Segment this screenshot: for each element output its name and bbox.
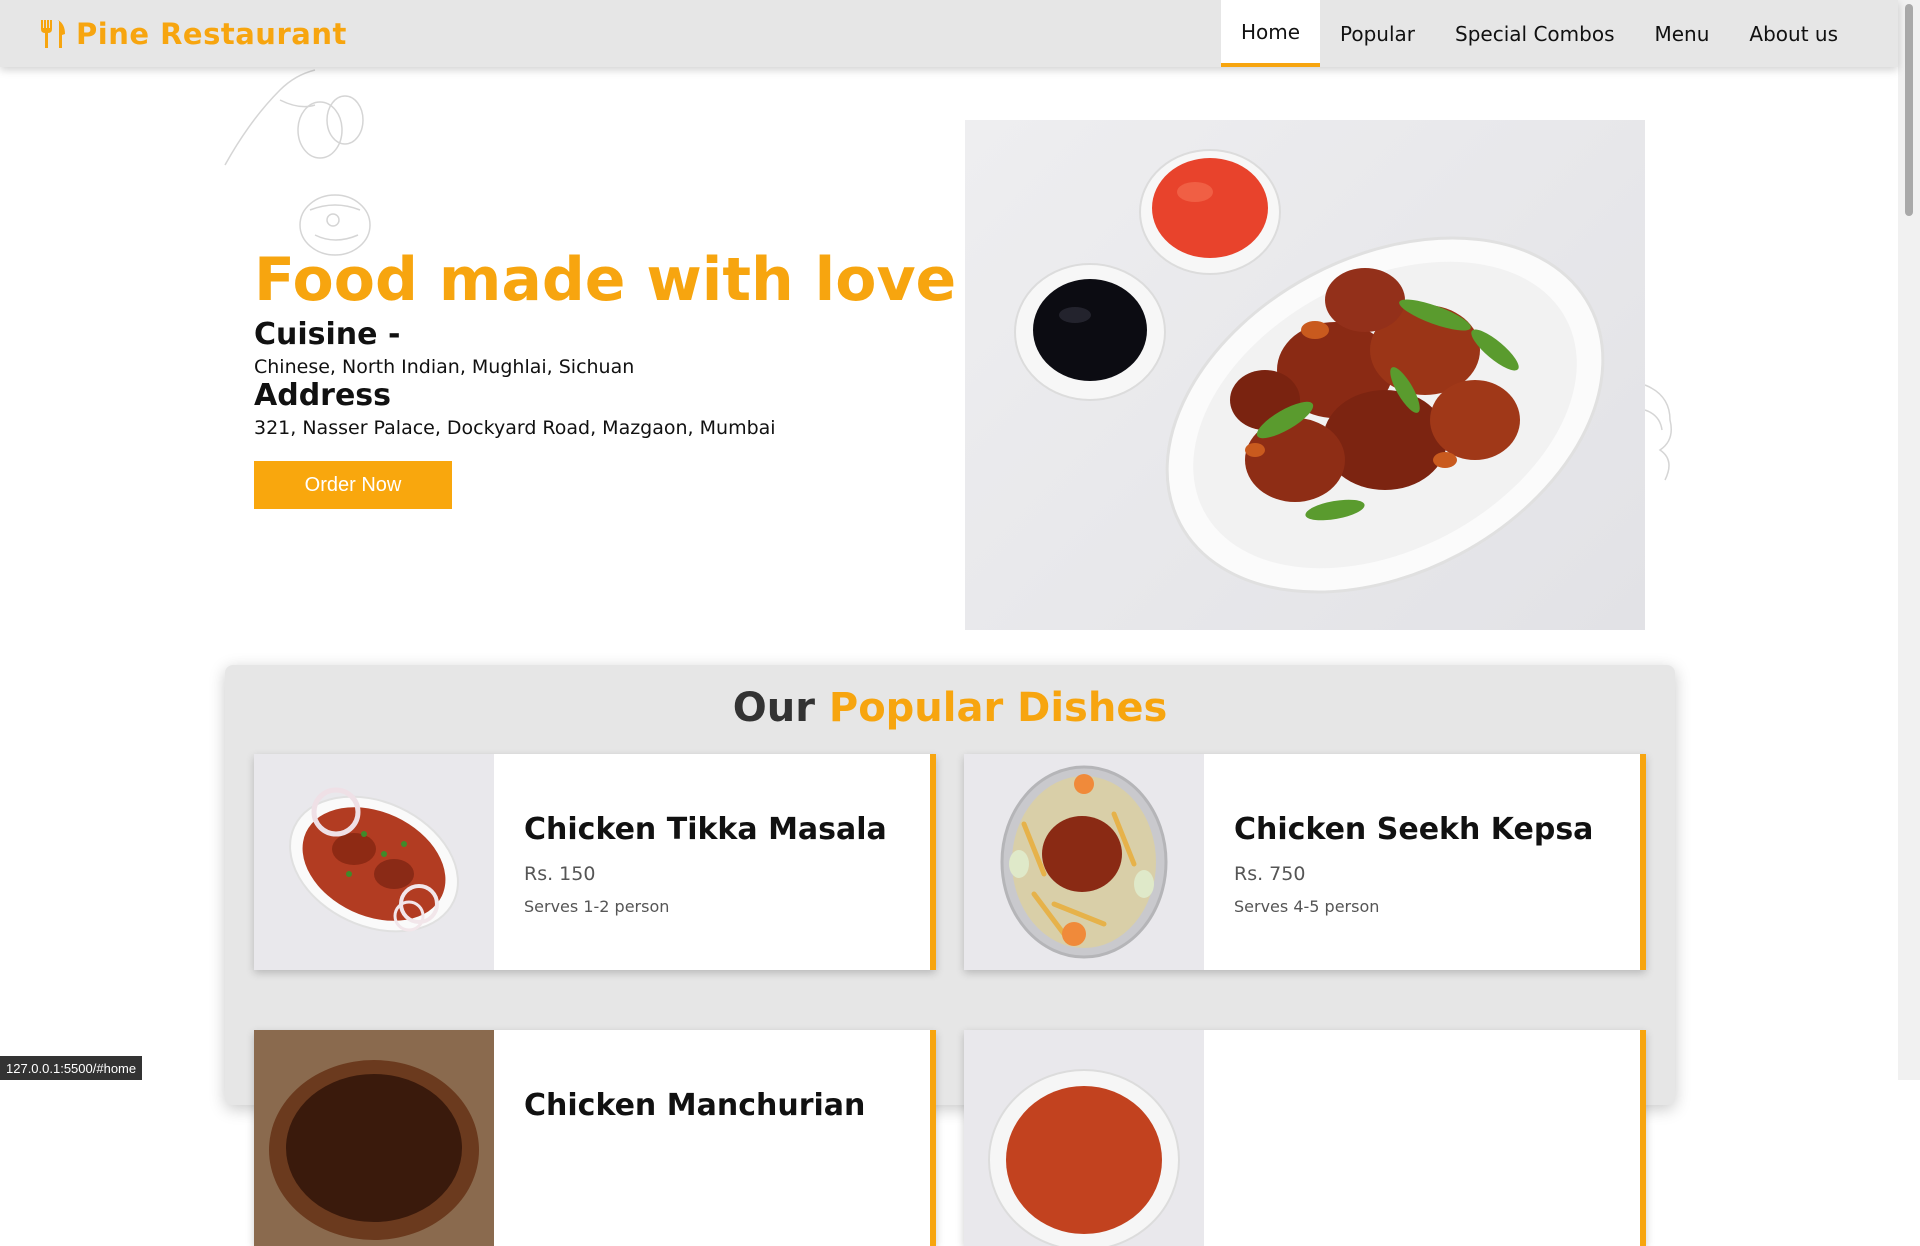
section-title: Our Popular Dishes (225, 685, 1675, 731)
vegetable-sketch-decoration (220, 60, 420, 270)
navbar: Pine Restaurant Home Popular Special Com… (0, 0, 1898, 67)
dish-image (964, 1030, 1204, 1246)
browser-status-url: 127.0.0.1:5500/#home (0, 1056, 142, 1080)
dish-serves: Serves 4-5 person (1234, 897, 1593, 916)
dish-info: Chicken Manchurian (494, 1030, 865, 1246)
dish-price: Rs. 750 (1234, 863, 1593, 885)
scrollbar-thumb[interactable] (1905, 4, 1913, 216)
dish-info: Chicken Seekh Kepsa Rs. 750 Serves 4-5 p… (1204, 754, 1593, 970)
nav-about-us[interactable]: About us (1729, 0, 1858, 67)
dish-name: Chicken Tikka Masala (524, 812, 887, 847)
dish-info (1204, 1030, 1234, 1246)
popular-dishes-section: Our Popular Dishes Chicken Tikka Masala … (225, 665, 1675, 1105)
order-now-button[interactable]: Order Now (254, 461, 452, 509)
dish-card[interactable]: Chicken Manchurian (254, 1030, 936, 1246)
dish-price: Rs. 150 (524, 863, 887, 885)
brand-name: Pine Restaurant (76, 17, 347, 51)
nav-home[interactable]: Home (1221, 0, 1320, 67)
nav-menu-link[interactable]: Menu (1634, 0, 1729, 67)
dish-serves: Serves 1-2 person (524, 897, 887, 916)
section-title-prefix: Our (733, 685, 815, 731)
dish-card[interactable] (964, 1030, 1646, 1246)
address-heading: Address (254, 378, 391, 413)
dish-image (964, 754, 1204, 970)
dish-card[interactable]: Chicken Tikka Masala Rs. 150 Serves 1-2 … (254, 754, 936, 970)
hero-title: Food made with love (254, 245, 956, 315)
cuisine-heading: Cuisine - (254, 317, 400, 352)
hero-food-image (965, 120, 1645, 630)
page-scrollbar[interactable] (1898, 0, 1920, 1080)
nav-menu: Home Popular Special Combos Menu About u… (1221, 0, 1858, 67)
flower-sketch-decoration (1640, 380, 1680, 490)
fork-knife-icon (38, 18, 68, 50)
dish-image (254, 1030, 494, 1246)
cuisine-text: Chinese, North Indian, Mughlai, Sichuan (254, 356, 634, 378)
dish-name: Chicken Manchurian (524, 1088, 865, 1123)
dish-image (254, 754, 494, 970)
brand-logo[interactable]: Pine Restaurant (38, 17, 347, 51)
dish-card[interactable]: Chicken Seekh Kepsa Rs. 750 Serves 4-5 p… (964, 754, 1646, 970)
address-text: 321, Nasser Palace, Dockyard Road, Mazga… (254, 417, 776, 439)
section-title-accent: Popular Dishes (829, 685, 1167, 731)
nav-special-combos[interactable]: Special Combos (1435, 0, 1634, 67)
nav-popular[interactable]: Popular (1320, 0, 1435, 67)
dish-name: Chicken Seekh Kepsa (1234, 812, 1593, 847)
dish-info: Chicken Tikka Masala Rs. 150 Serves 1-2 … (494, 754, 887, 970)
